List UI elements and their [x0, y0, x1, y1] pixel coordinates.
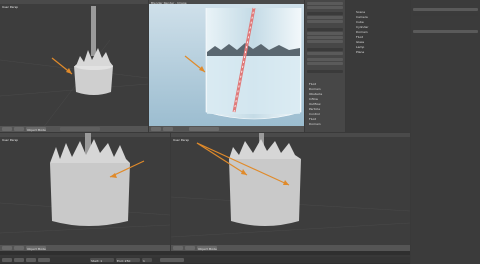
viewport-bottom-right[interactable]: User Persp Object Mode: [171, 133, 410, 251]
rod: [91, 6, 96, 56]
tool-label: Fluid: [309, 117, 317, 121]
render-view[interactable]: Blender Render - Image: [149, 0, 304, 132]
panel-row[interactable]: [307, 12, 343, 15]
tool-label: Fluid: [309, 82, 317, 86]
properties-panel[interactable]: Fluid Domain Obstacle Inflow Outflow Par…: [305, 0, 345, 132]
panel-row[interactable]: [307, 48, 343, 51]
view-menu[interactable]: [2, 246, 12, 250]
tool-label: Outflow: [309, 102, 321, 106]
right-sidebar[interactable]: [411, 0, 480, 264]
panel-row[interactable]: [307, 52, 343, 55]
tool-label: Domain: [309, 87, 321, 91]
viewport-bottom-left[interactable]: User Persp Object Mode: [0, 133, 170, 251]
viewport-footer: Object Mode: [0, 126, 148, 132]
panel-row[interactable]: [307, 28, 343, 31]
playback-menu[interactable]: [38, 258, 50, 262]
blender-window: User Persp Object Mode Blender Render - …: [0, 0, 480, 264]
end-frame-field[interactable]: End: 250: [116, 258, 140, 263]
outliner-item[interactable]: Cylinder: [356, 25, 368, 29]
sidebar-row[interactable]: [413, 13, 478, 16]
outliner-item[interactable]: Fluid: [356, 35, 363, 39]
render-slot[interactable]: [189, 127, 219, 131]
viewport-scene: [0, 6, 148, 132]
marker-menu[interactable]: [14, 258, 24, 262]
cup: [74, 66, 113, 95]
outliner-item[interactable]: Lamp: [356, 45, 364, 49]
view-menu[interactable]: [2, 258, 12, 262]
outliner-item[interactable]: Camera: [356, 15, 368, 19]
outliner-item[interactable]: Domain: [356, 30, 368, 34]
panel-row[interactable]: [307, 2, 343, 5]
outliner[interactable]: Scene Camera Cube Cylinder Domain Fluid …: [346, 0, 410, 132]
panel-row[interactable]: [307, 16, 343, 19]
render-image: [149, 4, 304, 126]
select-menu[interactable]: [14, 246, 24, 250]
timeline[interactable]: Start: 1 End: 250 1: [0, 251, 410, 264]
view-menu[interactable]: [173, 246, 183, 250]
view-menu[interactable]: [163, 127, 173, 131]
tool-label: Particle: [309, 107, 321, 111]
sidebar-row[interactable]: [413, 8, 478, 11]
panel-row[interactable]: [307, 6, 343, 9]
cup: [50, 163, 130, 226]
mode-select[interactable]: Object Mode: [26, 246, 46, 251]
panel-row[interactable]: [307, 36, 343, 39]
splash: [229, 139, 301, 159]
playback-controls[interactable]: [160, 258, 184, 262]
image-menu[interactable]: [151, 127, 161, 131]
viewport-top-left[interactable]: User Persp Object Mode: [0, 0, 148, 132]
current-frame-field[interactable]: 1: [142, 258, 152, 263]
tool-label: Domain: [309, 122, 321, 126]
outliner-item[interactable]: Plane: [356, 50, 364, 54]
panel-row[interactable]: [307, 32, 343, 35]
shading-buttons[interactable]: [60, 127, 100, 131]
outliner-item[interactable]: Cube: [356, 20, 364, 24]
mode-select[interactable]: Object Mode: [26, 127, 46, 132]
start-frame-field[interactable]: Start: 1: [90, 258, 114, 263]
select-menu[interactable]: [185, 246, 195, 250]
viewport-scene: [171, 133, 410, 238]
panel-row[interactable]: [307, 62, 343, 65]
tool-label: Inflow: [309, 97, 318, 101]
sidebar-row[interactable]: [413, 30, 478, 33]
cup: [229, 159, 301, 226]
panel-row[interactable]: [307, 40, 343, 43]
mode-select[interactable]: Object Mode: [197, 246, 217, 251]
outliner-item[interactable]: Glass: [356, 40, 364, 44]
panel-row[interactable]: [307, 58, 343, 61]
view-menu[interactable]: [2, 127, 12, 131]
panel-row[interactable]: [307, 70, 343, 73]
select-menu[interactable]: [14, 127, 24, 131]
outliner-item[interactable]: Scene: [356, 10, 365, 14]
render-footer: [149, 126, 304, 132]
viewport-scene: [0, 133, 170, 234]
tool-label: Control: [309, 112, 320, 116]
tool-label: Obstacle: [309, 92, 323, 96]
timeline-controls: Start: 1 End: 250 1: [0, 257, 410, 263]
panel-row[interactable]: [307, 20, 343, 23]
frame-menu[interactable]: [26, 258, 36, 262]
